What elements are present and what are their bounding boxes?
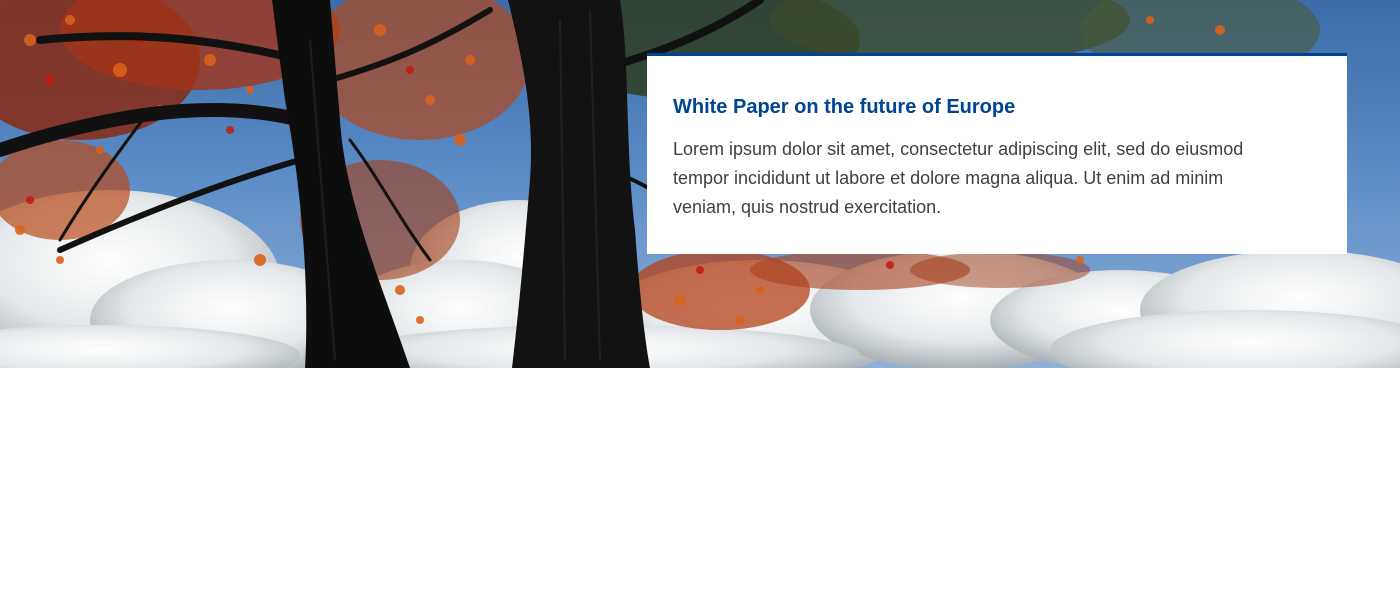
page-content-area <box>0 368 1400 600</box>
banner-description: Lorem ipsum dolor sit amet, consectetur … <box>673 139 1244 217</box>
banner-title[interactable]: White Paper on the future of Europe <box>673 93 1321 121</box>
banner-card: White Paper on the future of Europe Lore… <box>647 53 1347 254</box>
